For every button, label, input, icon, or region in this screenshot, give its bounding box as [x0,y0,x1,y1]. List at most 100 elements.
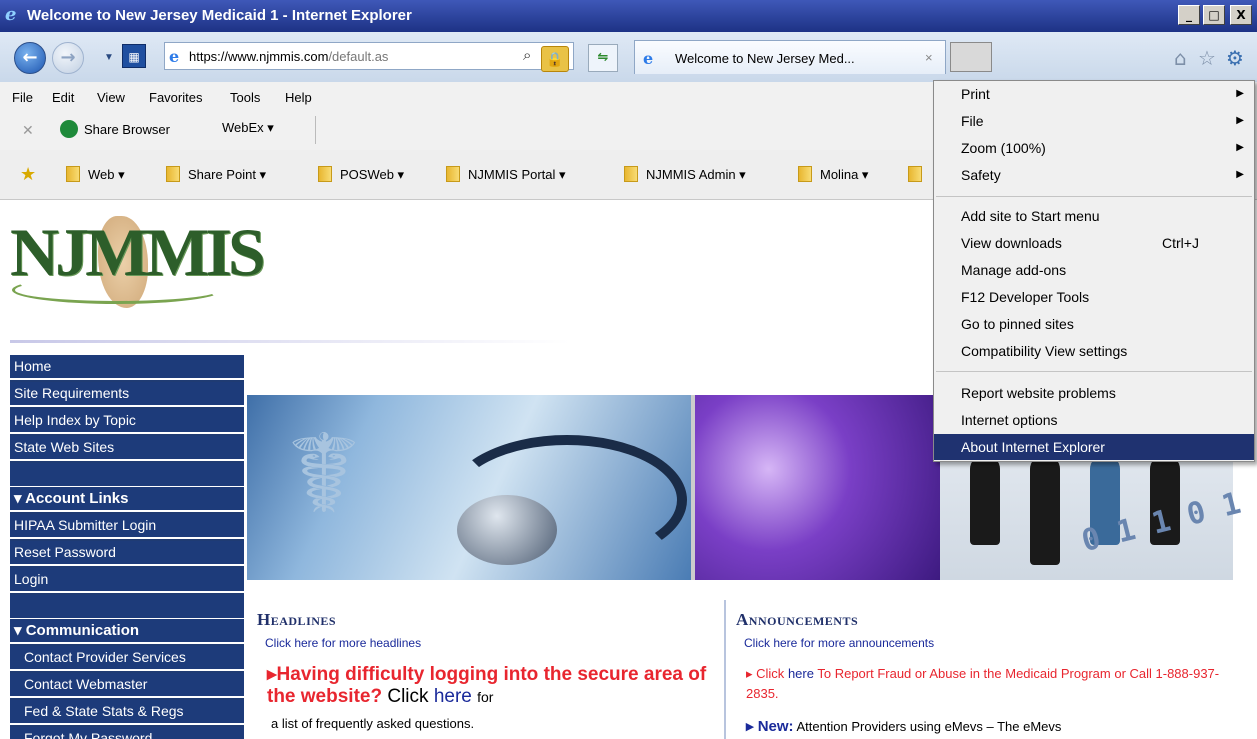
address-bar[interactable]: e https://www.njmmis.com/default.as ⌕ ▼ [164,42,574,70]
more-headlines-link[interactable]: Click here for more headlines [265,636,717,650]
header-divider [10,340,570,343]
menu-edit[interactable]: Edit [52,90,74,105]
search-icon[interactable]: ⌕ [523,47,531,64]
favorites-star-icon[interactable]: ☆ [1198,46,1216,70]
folder-icon [166,166,180,182]
menu-item-safety[interactable]: Safety ▶ [934,162,1254,188]
ie-icon: e [5,4,17,25]
refresh-button[interactable]: ⇋ [588,44,618,72]
history-dropdown-icon[interactable]: ▼ [104,52,114,63]
headlines-section: Headlines Click here for more headlines … [257,610,717,731]
sidebar-item-contact-webmaster[interactable]: Contact Webmaster [10,673,244,698]
sidebar-item-state-web-sites[interactable]: State Web Sites [10,436,244,461]
compat-view-icon[interactable]: ▦ [122,44,146,68]
fav-more[interactable] [908,166,930,182]
close-toolbar-icon[interactable]: ✕ [22,122,34,139]
menu-favorites[interactable]: Favorites [149,90,202,105]
folder-icon [318,166,332,182]
njmmis-logo[interactable]: NJMMIS [10,216,266,308]
menu-item-zoom[interactable]: Zoom (100%) ▶ [934,135,1254,161]
home-icon[interactable]: ⌂ [1174,46,1187,70]
sidebar-item-help-index[interactable]: Help Index by Topic [10,409,244,434]
maximize-button[interactable]: □ [1203,5,1225,25]
announcement-fraud: ▸ Click here To Report Fraud or Abuse in… [746,666,1220,701]
fav-molina[interactable]: Molina ▾ [798,166,868,183]
folder-icon [446,166,460,182]
menu-item-report-problems[interactable]: Report website problems [934,380,1254,406]
share-browser-icon [60,120,78,138]
announcements-title: Announcements [736,610,859,629]
window-title: Welcome to New Jersey Medicaid 1 - Inter… [27,7,412,24]
address-url[interactable]: https://www.njmmis.com/default.as [189,49,388,64]
menu-file[interactable]: File [12,90,33,105]
minimize-button[interactable]: _ [1178,5,1200,25]
sidebar-header-account-links[interactable]: ▾ Account Links [10,487,244,512]
fav-sharepoint[interactable]: Share Point ▾ [166,166,266,183]
share-browser-button[interactable]: Share Browser [60,120,170,138]
page-icon: e [169,47,180,66]
menu-item-about-ie[interactable]: About Internet Explorer [934,434,1254,460]
fav-njmmis-admin[interactable]: NJMMIS Admin ▾ [624,166,746,183]
tab-ie-icon: e [643,49,654,68]
logo-swoosh [12,276,222,304]
sidebar-item-contact-provider-services[interactable]: Contact Provider Services [10,646,244,671]
folder-icon [908,166,922,182]
menu-separator [936,371,1252,372]
menu-item-f12-tools[interactable]: F12 Developer Tools [934,284,1254,310]
fav-njmmis-portal[interactable]: NJMMIS Portal ▾ [446,166,566,183]
banner-pills [695,395,940,580]
webex-button[interactable]: WebEx ▾ [222,120,274,136]
column-divider [724,600,726,739]
sidebar-item-forgot-password[interactable]: Forgot My Password [10,727,244,739]
title-bar: e Welcome to New Jersey Medicaid 1 - Int… [0,0,1257,32]
submenu-arrow-icon: ▶ [1236,115,1244,126]
sidebar-item-home[interactable]: Home [10,355,244,380]
menu-view[interactable]: View [97,90,125,105]
sidebar-item-login[interactable]: Login [10,568,244,593]
lock-icon[interactable]: 🔒 [541,46,569,72]
fav-web[interactable]: Web ▾ [66,166,125,183]
sidebar-spacer [10,595,244,620]
menu-separator [936,196,1252,197]
sidebar-item-fed-state-stats[interactable]: Fed & State Stats & Regs [10,700,244,725]
menu-item-file[interactable]: File ▶ [934,108,1254,134]
caduceus-icon: ☤ [287,413,361,536]
submenu-arrow-icon: ▶ [1236,169,1244,180]
banner-caduceus-stethoscope: ☤ [247,395,691,580]
announcements-section: Announcements Click here for more announ… [736,610,1226,736]
menu-help[interactable]: Help [285,90,312,105]
menu-item-compat-view[interactable]: Compatibility View settings [934,338,1254,364]
fav-posweb[interactable]: POSWeb ▾ [318,166,404,183]
fraud-here-link[interactable]: here [788,666,814,681]
menu-tools[interactable]: Tools [230,90,260,105]
tab-close-icon[interactable]: × [925,50,933,65]
submenu-arrow-icon: ▶ [1236,142,1244,153]
more-announcements-link[interactable]: Click here for more announcements [744,636,1226,650]
toolbar-divider [315,116,316,144]
sidebar-header-communication[interactable]: ▾ Communication [10,619,244,644]
new-tab-button[interactable] [950,42,992,72]
sidebar-item-reset-password[interactable]: Reset Password [10,541,244,566]
folder-icon [66,166,80,182]
headline-here-link[interactable]: here [434,686,472,707]
tab-active[interactable]: e Welcome to New Jersey Med... × [634,40,946,74]
menu-item-print[interactable]: Print ▶ [934,81,1254,107]
headlines-title: Headlines [257,610,337,629]
close-window-button[interactable]: X [1230,5,1252,25]
menu-item-pinned-sites[interactable]: Go to pinned sites [934,311,1254,337]
favorites-star-add-icon[interactable]: ★ [20,164,36,185]
submenu-arrow-icon: ▶ [1236,88,1244,99]
sidebar-item-hipaa-login[interactable]: HIPAA Submitter Login [10,514,244,539]
shortcut-label: Ctrl+J [1162,235,1199,251]
back-button[interactable]: ← [14,42,46,74]
sidebar-spacer [10,463,244,488]
navigation-bar: ← → ▼ ▦ e https://www.njmmis.com/default… [0,32,1257,82]
menu-item-internet-options[interactable]: Internet options [934,407,1254,433]
menu-item-view-downloads[interactable]: View downloads Ctrl+J [934,230,1254,256]
stethoscope-chestpiece [457,495,557,565]
forward-button[interactable]: → [52,42,84,74]
menu-item-manage-addons[interactable]: Manage add-ons [934,257,1254,283]
sidebar-item-site-requirements[interactable]: Site Requirements [10,382,244,407]
gear-icon[interactable]: ⚙ [1226,46,1244,70]
menu-item-add-to-start[interactable]: Add site to Start menu [934,203,1254,229]
